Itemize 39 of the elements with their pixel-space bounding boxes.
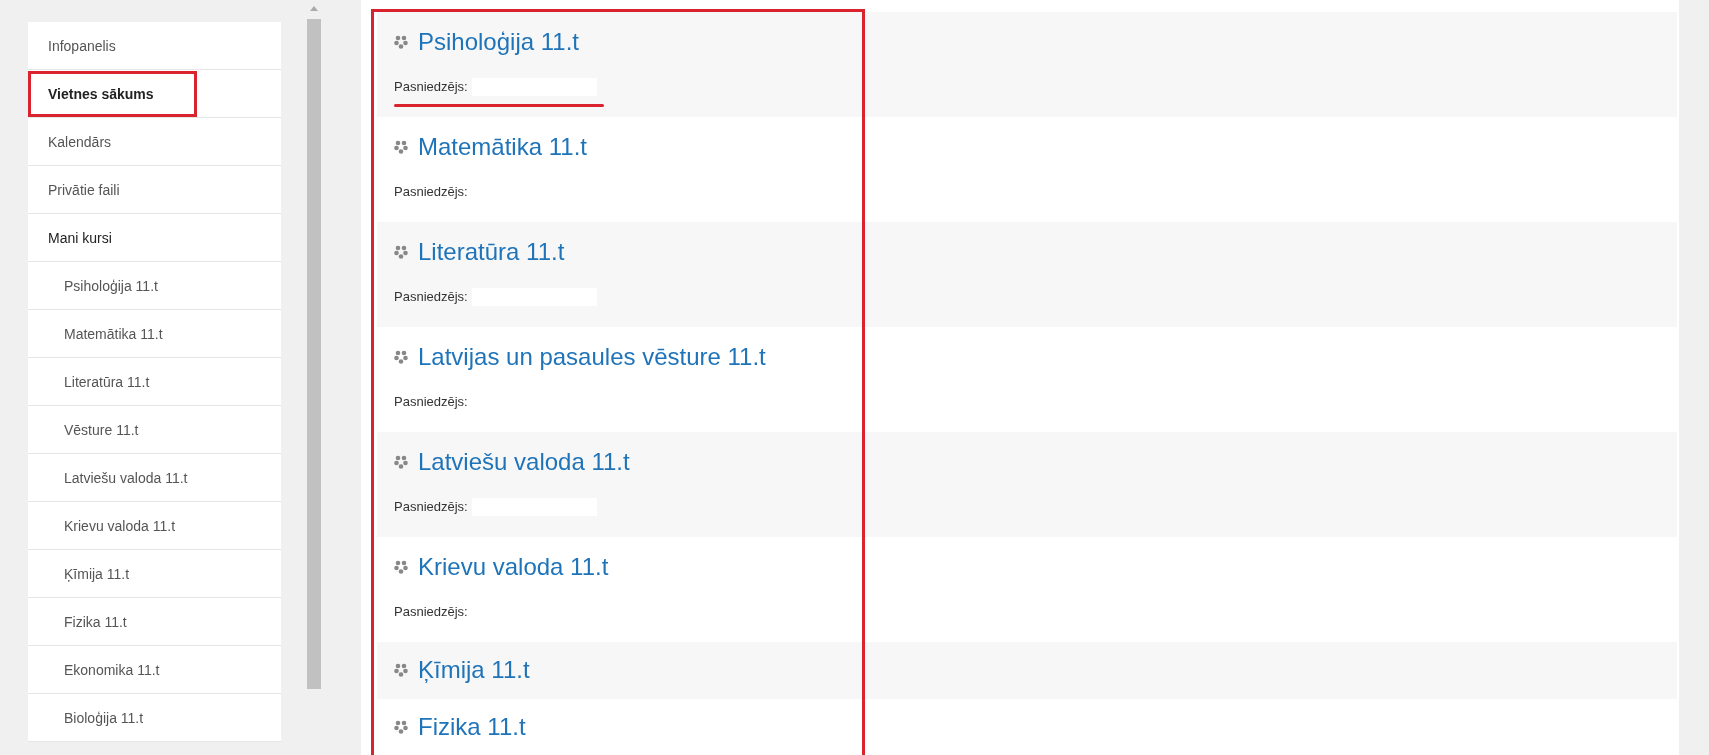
sidebar-item[interactable]: Fizika 11.t (28, 598, 142, 645)
sidebar-item[interactable]: Literatūra 11.t (28, 358, 165, 405)
course-icon (394, 350, 408, 364)
sidebar-item[interactable]: Latviešu valoda 11.t (28, 454, 203, 501)
course-icon (394, 245, 408, 259)
sidebar-item[interactable]: Ķīmija 11.t (28, 550, 145, 597)
course-link[interactable]: Matemātika 11.t (418, 131, 587, 163)
course-icon (394, 720, 408, 734)
sidebar-item[interactable]: Kalendārs (28, 118, 155, 165)
teacher-label: Pasniedzējs: (394, 78, 468, 96)
teacher-label: Pasniedzējs: (394, 288, 468, 306)
sidebar-item[interactable]: Privātie faili (28, 166, 163, 213)
course-icon (394, 35, 408, 49)
course-link[interactable]: Psiholoģija 11.t (418, 26, 579, 58)
sidebar-item[interactable]: Matemātika 11.t (28, 310, 178, 357)
course-link[interactable]: Krievu valoda 11.t (418, 551, 609, 583)
teacher-label: Pasniedzējs: (394, 498, 468, 516)
course-icon (394, 663, 408, 677)
course-icon (394, 140, 408, 154)
sidebar-item[interactable]: Krievu valoda 11.t (28, 502, 191, 549)
sidebar-item[interactable]: Vietnes sākums (28, 70, 197, 117)
course-link[interactable]: Fizika 11.t (418, 711, 526, 743)
course-link[interactable]: Literatūra 11.t (418, 236, 565, 268)
scrollbar-thumb[interactable] (307, 19, 321, 689)
sidebar-item[interactable]: Infopanelis (28, 22, 159, 69)
course-link[interactable]: Latvijas un pasaules vēsture 11.t (418, 341, 766, 373)
sidebar-item[interactable]: Bioloģija 11.t (28, 694, 159, 741)
sidebar-item[interactable]: Psiholoģija 11.t (28, 262, 173, 309)
sidebar-item[interactable]: Vēsture 11.t (28, 406, 154, 453)
course-icon (394, 560, 408, 574)
course-link[interactable]: Ķīmija 11.t (418, 654, 530, 686)
course-icon (394, 455, 408, 469)
teacher-label: Pasniedzējs: (394, 183, 468, 201)
sidebar-item[interactable]: Ekonomika 11.t (28, 646, 175, 693)
scroll-up-icon[interactable] (310, 6, 318, 11)
course-link[interactable]: Latviešu valoda 11.t (418, 446, 630, 478)
teacher-label: Pasniedzējs: (394, 603, 468, 621)
teacher-label: Pasniedzējs: (394, 393, 468, 411)
sidebar-item[interactable]: Mani kursi (28, 214, 155, 261)
